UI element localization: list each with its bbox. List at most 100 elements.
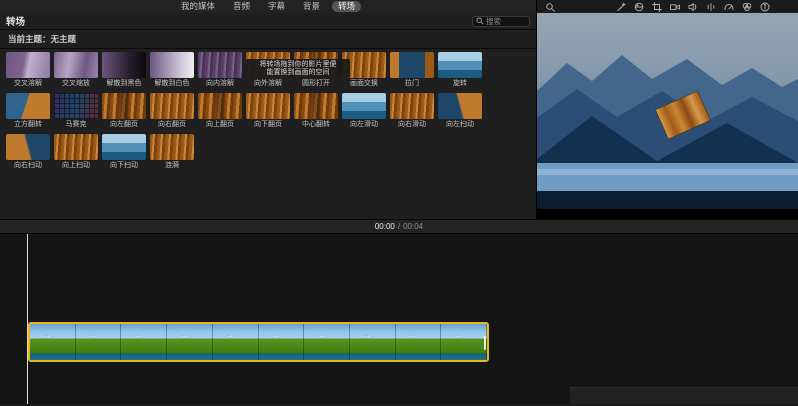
transition-label: 向外溶解 — [254, 80, 282, 88]
transition-label: 解散到白色 — [155, 80, 190, 88]
stabilization-icon[interactable] — [669, 1, 680, 12]
transition-item[interactable]: 解散到白色 — [148, 52, 196, 88]
transition-item[interactable]: 交叉溶解 — [4, 52, 52, 88]
transition-thumbnail[interactable] — [54, 134, 98, 160]
crop-icon[interactable] — [651, 1, 662, 12]
transition-label: 向内溶解 — [206, 80, 234, 88]
transition-label: 涟漪 — [165, 162, 179, 170]
transition-thumbnail[interactable] — [342, 93, 386, 119]
transition-label: 画面交换 — [350, 80, 378, 88]
effects-icon[interactable] — [741, 1, 752, 12]
transition-thumbnail[interactable] — [6, 93, 50, 119]
skim-icon[interactable] — [544, 1, 555, 12]
drag-hint-line2: 能置换到画面的空间 — [248, 69, 348, 77]
transition-thumbnail[interactable] — [198, 93, 242, 119]
content-browser-panel: 我的媒体音频字幕背景转场 转场 当前主题：无主题 将转场拖到你的影片里便 — [0, 0, 537, 219]
noise-reduction-icon[interactable] — [705, 1, 716, 12]
tab-titles[interactable]: 字幕 — [262, 1, 291, 12]
transition-thumbnail[interactable] — [390, 93, 434, 119]
viewer-panel — [537, 0, 798, 219]
transition-item[interactable]: 向上翻页 — [196, 93, 244, 129]
drag-hint-tooltip: 将转场拖到你的影片里便 能置换到画面的空间 — [246, 59, 350, 78]
transition-thumbnail[interactable] — [6, 52, 50, 78]
transition-thumbnail[interactable] — [246, 93, 290, 119]
search-input[interactable] — [486, 17, 526, 26]
video-preview-frame — [537, 13, 798, 209]
transition-item[interactable]: 涟漪 — [148, 134, 196, 170]
volume-icon[interactable] — [687, 1, 698, 12]
transition-label: 向上翻页 — [206, 121, 234, 129]
transition-item[interactable]: 解散到黑色 — [100, 52, 148, 88]
search-box[interactable] — [472, 16, 530, 27]
transition-item[interactable]: 向内溶解 — [196, 52, 244, 88]
clip-frame — [396, 324, 442, 360]
transition-item[interactable]: 向左扫动 — [436, 93, 484, 129]
transition-item[interactable]: 向下翻页 — [244, 93, 292, 129]
transition-thumbnail[interactable] — [6, 134, 50, 160]
search-icon — [476, 17, 484, 25]
transition-item[interactable]: 向右滑动 — [388, 93, 436, 129]
tab-bar: 我的媒体音频字幕背景转场 — [0, 0, 536, 13]
transition-label: 交叉缩放 — [62, 80, 90, 88]
transition-label: 向左扫动 — [446, 121, 474, 129]
speed-icon[interactable] — [723, 1, 734, 12]
transition-label: 向左滑动 — [350, 121, 378, 129]
transition-item[interactable]: 交叉缩放 — [52, 52, 100, 88]
transition-label: 向右滑动 — [398, 121, 426, 129]
clip-frame — [350, 324, 396, 360]
color-correction-icon[interactable] — [633, 1, 644, 12]
transition-thumbnail[interactable] — [102, 134, 146, 160]
timeline-toolbar: 00:00 / 00:04 — [0, 219, 798, 234]
clip-trim-handle[interactable] — [484, 336, 486, 350]
transition-item[interactable]: 中心翻转 — [292, 93, 340, 129]
drag-hint-line1: 将转场拖到你的影片里便 — [248, 61, 348, 69]
transition-thumbnail[interactable] — [150, 134, 194, 160]
transition-label: 向右翻页 — [158, 121, 186, 129]
transition-thumbnail[interactable] — [438, 93, 482, 119]
tab-transitions[interactable]: 转场 — [332, 1, 361, 12]
transition-thumbnail[interactable] — [150, 52, 194, 78]
tab-my-media[interactable]: 我的媒体 — [175, 1, 221, 12]
transition-label: 圆形打开 — [302, 80, 330, 88]
transition-item[interactable]: 向右翻页 — [148, 93, 196, 129]
transition-label: 向下扫动 — [110, 162, 138, 170]
transition-item[interactable]: 旋转 — [436, 52, 484, 88]
tab-backgrounds[interactable]: 背景 — [297, 1, 326, 12]
transition-item[interactable]: 向左翻页 — [100, 93, 148, 129]
top-section: 我的媒体音频字幕背景转场 转场 当前主题：无主题 将转场拖到你的影片里便 — [0, 0, 798, 219]
timeline-scroll-strip — [570, 387, 798, 404]
transition-thumbnail[interactable] — [198, 52, 242, 78]
playhead[interactable] — [27, 234, 28, 404]
transition-item[interactable]: 向左滑动 — [340, 93, 388, 129]
transition-item[interactable]: 向右扫动 — [4, 134, 52, 170]
current-theme-label: 当前主题：无主题 — [0, 30, 536, 49]
transition-item[interactable]: 向下扫动 — [100, 134, 148, 170]
tab-audio[interactable]: 音频 — [227, 1, 256, 12]
transition-item[interactable]: 立方翻转 — [4, 93, 52, 129]
transition-label: 马赛克 — [66, 121, 87, 129]
info-icon[interactable] — [759, 1, 770, 12]
video-clip[interactable] — [28, 322, 489, 362]
viewer-video-area[interactable] — [537, 13, 798, 219]
color-balance-icon[interactable] — [615, 1, 626, 12]
transition-thumbnail[interactable] — [438, 52, 482, 78]
imovie-window: 我的媒体音频字幕背景转场 转场 当前主题：无主题 将转场拖到你的影片里便 — [0, 0, 798, 406]
transition-label: 旋转 — [453, 80, 467, 88]
clip-frame — [441, 324, 487, 360]
timeline-area[interactable] — [0, 234, 798, 404]
transition-thumbnail[interactable] — [390, 52, 434, 78]
transition-item[interactable]: 向上扫动 — [52, 134, 100, 170]
transition-thumbnail[interactable] — [54, 52, 98, 78]
transition-thumbnail[interactable] — [102, 52, 146, 78]
transition-label: 向下翻页 — [254, 121, 282, 129]
clip-frame — [304, 324, 350, 360]
transition-thumbnail[interactable] — [294, 93, 338, 119]
transition-label: 向左翻页 — [110, 121, 138, 129]
transition-item[interactable]: 马赛克 — [52, 93, 100, 129]
clip-frame — [167, 324, 213, 360]
transition-thumbnail[interactable] — [54, 93, 98, 119]
transition-item[interactable]: 拉门 — [388, 52, 436, 88]
transition-thumbnail[interactable] — [102, 93, 146, 119]
transition-thumbnail[interactable] — [150, 93, 194, 119]
clip-frame — [121, 324, 167, 360]
